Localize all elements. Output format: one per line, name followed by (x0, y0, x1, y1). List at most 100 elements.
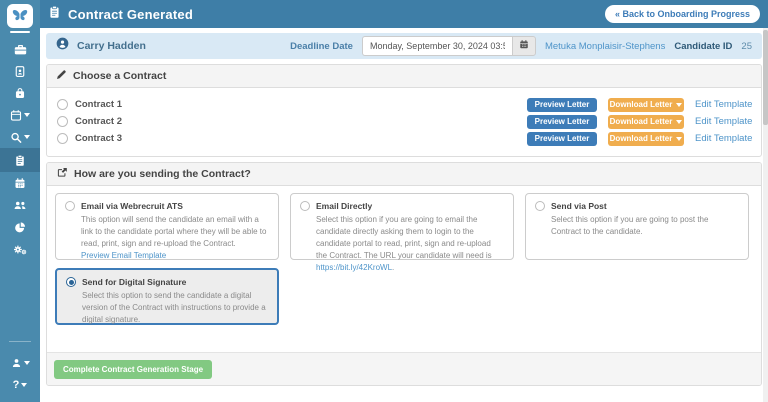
contract-label: Contract 2 (75, 116, 122, 127)
sending-method-title: How are you sending the Contract? (74, 168, 251, 180)
sidebar-item-user-menu[interactable] (0, 352, 40, 374)
edit-template-link[interactable]: Edit Template (695, 116, 753, 127)
clipboard-title-icon (48, 5, 61, 24)
preview-email-template-link[interactable]: Preview Email Template (81, 251, 166, 260)
butterfly-logo-icon (12, 7, 28, 26)
user-icon (11, 357, 22, 369)
calendar-picker-button[interactable] (512, 36, 536, 56)
caret-down-icon (24, 113, 30, 117)
sidebar-item-users[interactable] (0, 194, 40, 216)
option-card-digital-signature[interactable]: Send for Digital Signature Select this o… (55, 268, 279, 325)
option-title: Email Directly (316, 201, 372, 211)
person-circle-icon (56, 37, 69, 55)
scrollbar-thumb[interactable] (763, 30, 768, 125)
email-ats-radio[interactable] (65, 201, 75, 211)
sidebar-item-id-badge[interactable] (0, 60, 40, 82)
app-window: ? Contract Generated « Back to Onboardin… (0, 0, 768, 402)
briefcase-icon (14, 43, 27, 56)
option-card-send-via-post[interactable]: Send via Post Select this option if you … (525, 193, 749, 260)
sending-method-footer: Complete Contract Generation Stage (47, 352, 761, 385)
choose-contract-header: Choose a Contract (47, 65, 761, 88)
option-title-row: Email via Webrecruit ATS (65, 201, 269, 211)
sidebar-item-briefcase[interactable] (0, 38, 40, 60)
option-card-email-ats[interactable]: Email via Webrecruit ATS This option wil… (55, 193, 279, 260)
sidebar-item-settings[interactable] (0, 238, 40, 260)
preview-letter-button[interactable]: Preview Letter (527, 132, 597, 146)
app-logo[interactable] (7, 4, 33, 28)
edit-template-link[interactable]: Edit Template (695, 133, 753, 144)
caret-down-icon (676, 137, 682, 141)
caret-down-icon (24, 135, 30, 139)
option-title: Email via Webrecruit ATS (81, 201, 183, 211)
calendar-outline-icon (10, 109, 22, 122)
complete-contract-generation-button[interactable]: Complete Contract Generation Stage (54, 360, 212, 379)
sidebar-item-pie-chart[interactable] (0, 216, 40, 238)
download-letter-button[interactable]: Download Letter (608, 132, 684, 146)
top-header: Contract Generated « Back to Onboarding … (40, 0, 768, 28)
option-title: Send via Post (551, 201, 607, 211)
deadline-group: Deadline Date Metuka Monplaisir-Stephens… (290, 36, 752, 56)
contract-row: Contract 3 Preview Letter Download Lette… (57, 130, 753, 147)
help-icon: ? (13, 379, 20, 391)
clipboard-icon (14, 154, 26, 167)
bag-icon (14, 87, 26, 100)
option-description: Select this option if you are going to e… (316, 214, 504, 274)
digital-signature-radio[interactable] (66, 277, 76, 287)
send-via-post-radio[interactable] (535, 201, 545, 211)
contract-row: Contract 2 Preview Letter Download Lette… (57, 113, 753, 130)
contract-label: Contract 1 (75, 99, 122, 110)
back-to-onboarding-button[interactable]: « Back to Onboarding Progress (605, 5, 760, 23)
sending-options-row: Email via Webrecruit ATS This option wil… (55, 193, 753, 260)
deadline-date-input[interactable] (362, 36, 512, 56)
sidebar-item-bag[interactable] (0, 82, 40, 104)
main-area: Contract Generated « Back to Onboarding … (40, 0, 768, 402)
option-desc-suffix: . (392, 263, 394, 272)
contract-row: Contract 1 Preview Letter Download Lette… (57, 96, 753, 113)
cogs-icon (13, 243, 27, 256)
caret-down-icon (21, 383, 27, 387)
users-icon (13, 199, 27, 211)
download-letter-label: Download Letter (610, 134, 673, 143)
deadline-input-group (362, 36, 536, 56)
option-desc-text: Select this option if you are going to p… (551, 215, 708, 236)
edit-template-link[interactable]: Edit Template (695, 99, 753, 110)
contract-2-radio[interactable] (57, 116, 68, 127)
preview-letter-button[interactable]: Preview Letter (527, 98, 597, 112)
choose-contract-body: Contract 1 Preview Letter Download Lette… (47, 88, 761, 156)
content-area: Carry Hadden Deadline Date Metuka Monpla… (40, 28, 768, 402)
sidebar-item-contracts-active[interactable] (0, 148, 40, 172)
preview-letter-button[interactable]: Preview Letter (527, 115, 597, 129)
search-icon (10, 131, 22, 144)
sidebar-item-calendar[interactable] (0, 172, 40, 194)
contract-1-radio[interactable] (57, 99, 68, 110)
email-directly-radio[interactable] (300, 201, 310, 211)
sending-method-header: How are you sending the Contract? (47, 163, 761, 186)
send-icon (56, 167, 68, 181)
caret-down-icon (676, 120, 682, 124)
page-title: Contract Generated (68, 7, 193, 22)
option-title-row: Send via Post (535, 201, 739, 211)
candidate-profile-link[interactable]: Metuka Monplaisir-Stephens (545, 41, 665, 52)
contract-3-radio[interactable] (57, 133, 68, 144)
vertical-scrollbar[interactable] (763, 28, 768, 402)
contract-3-actions: Preview Letter Download Letter Edit Temp… (527, 132, 753, 146)
option-description: This option will send the candidate an e… (81, 214, 269, 262)
contract-1-actions: Preview Letter Download Letter Edit Temp… (527, 98, 753, 112)
option-desc-text: Select this option if you are going to e… (316, 215, 492, 260)
deadline-date-label: Deadline Date (290, 41, 353, 52)
sidebar-item-help-menu[interactable]: ? (0, 374, 40, 396)
sidebar-bottom: ? (0, 341, 40, 402)
download-letter-button[interactable]: Download Letter (608, 98, 684, 112)
caret-down-icon (24, 361, 30, 365)
id-badge-icon (14, 65, 26, 78)
option-card-email-directly[interactable]: Email Directly Select this option if you… (290, 193, 514, 260)
sidebar-item-calendar-menu[interactable] (0, 104, 40, 126)
candidate-bar: Carry Hadden Deadline Date Metuka Monpla… (46, 33, 762, 59)
download-letter-button[interactable]: Download Letter (608, 115, 684, 129)
candidate-portal-url-link[interactable]: https://bit.ly/42KroWL (316, 263, 392, 272)
caret-down-icon (676, 103, 682, 107)
calendar-grid-icon (14, 177, 26, 190)
sidebar-item-search-menu[interactable] (0, 126, 40, 148)
sending-method-panel: How are you sending the Contract? Email … (46, 162, 762, 386)
choose-contract-panel: Choose a Contract Contract 1 Preview Let… (46, 64, 762, 157)
